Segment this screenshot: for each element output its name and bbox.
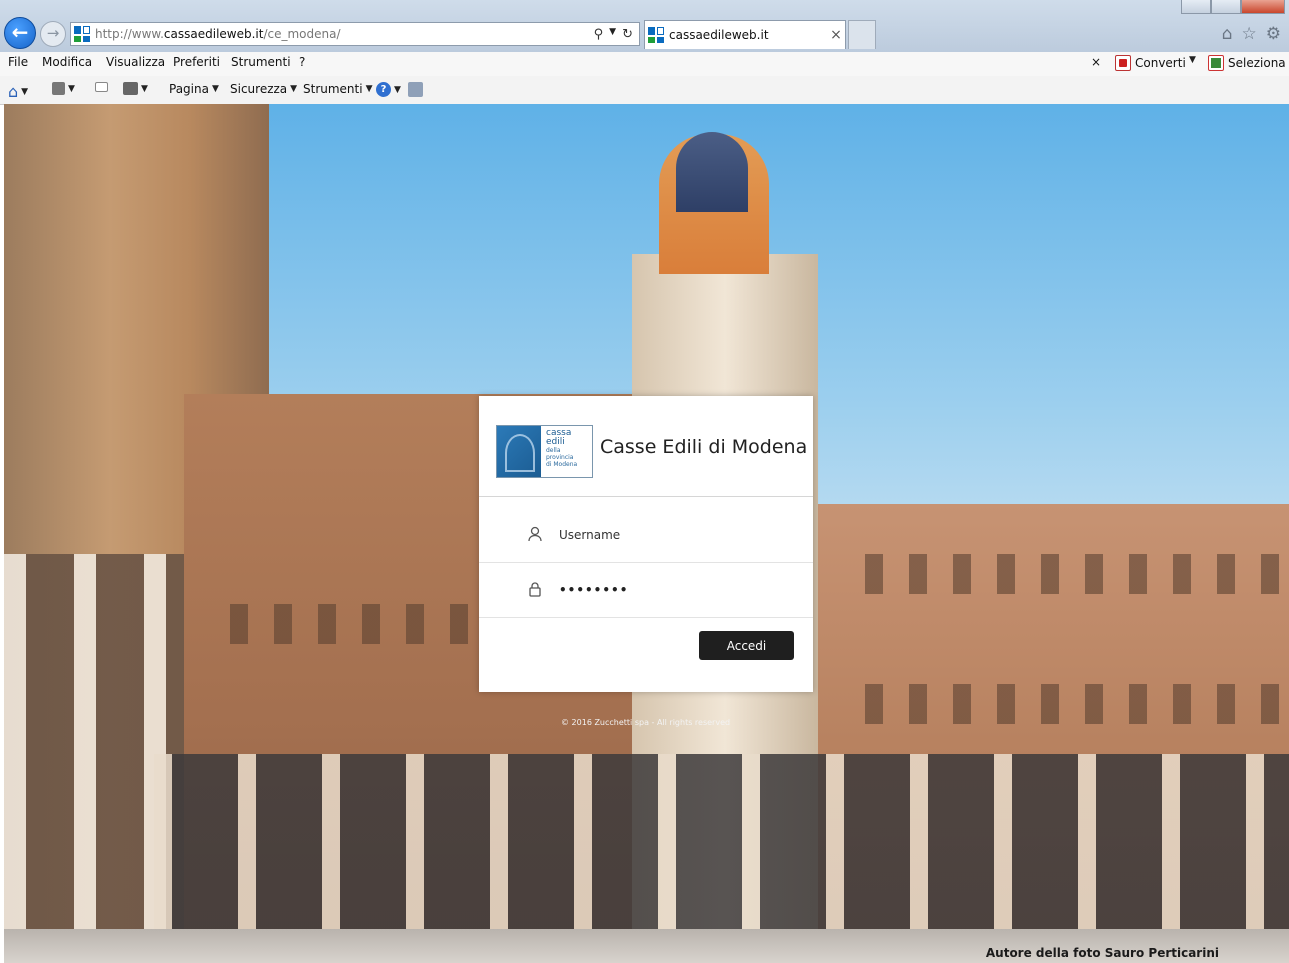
- close-window-button[interactable]: [1241, 0, 1285, 14]
- research-icon: [408, 82, 423, 97]
- print-button[interactable]: ▼: [123, 82, 148, 95]
- refresh-icon[interactable]: ↻: [622, 27, 633, 42]
- photo-credit: Autore della foto Sauro Perticarini: [985, 946, 1219, 960]
- rss-feed-icon: [52, 82, 65, 95]
- minimize-button[interactable]: [1181, 0, 1211, 14]
- close-addon-bar-icon[interactable]: ×: [1091, 55, 1101, 69]
- login-panel: cassa edili della provincia di Modena Ca…: [479, 396, 813, 692]
- back-button[interactable]: ←: [4, 17, 36, 49]
- tab-title: cassaedileweb.it: [669, 28, 769, 42]
- forward-button[interactable]: →: [40, 21, 66, 47]
- cassa-edili-logo: cassa edili della provincia di Modena: [496, 425, 593, 478]
- menu-strumenti[interactable]: Strumenti: [231, 55, 291, 69]
- password-input[interactable]: [557, 582, 781, 598]
- accedi-button[interactable]: Accedi: [699, 631, 794, 660]
- menu-preferiti[interactable]: Preferiti: [173, 55, 220, 69]
- help-button[interactable]: ? ▼: [376, 82, 401, 97]
- mail-icon: [95, 82, 108, 92]
- search-icon[interactable]: ⚲: [594, 27, 604, 42]
- menu-modifica[interactable]: Modifica: [42, 55, 92, 69]
- tab-cassaedileweb[interactable]: cassaedileweb.it ×: [644, 20, 846, 49]
- title-bar: ← → http://www.cassaedileweb.it/ce_moden…: [0, 0, 1289, 53]
- username-row: [479, 508, 813, 563]
- select-icon: [1208, 55, 1224, 71]
- strumenti-toolbar-menu[interactable]: Strumenti ▼: [303, 82, 373, 96]
- help-icon: ?: [376, 82, 391, 97]
- dropdown-arrow-icon[interactable]: ▼: [609, 27, 616, 42]
- menu-help[interactable]: ?: [299, 55, 305, 69]
- login-title: Casse Edili di Modena: [600, 436, 808, 458]
- new-tab-button[interactable]: [848, 20, 876, 49]
- maximize-button[interactable]: [1211, 0, 1241, 14]
- converti-button[interactable]: Converti: [1115, 55, 1186, 71]
- home-toolbar-button[interactable]: ⌂ ▼: [8, 82, 28, 101]
- converti-dropdown-icon[interactable]: ▼: [1189, 55, 1196, 65]
- url-text[interactable]: http://www.cassaedileweb.it/ce_modena/: [95, 27, 594, 41]
- username-input[interactable]: [557, 527, 781, 543]
- sicurezza-menu[interactable]: Sicurezza ▼: [230, 82, 297, 96]
- browser-chrome: ← → http://www.cassaedileweb.it/ce_moden…: [0, 0, 1289, 105]
- favorites-star-icon[interactable]: ☆: [1242, 24, 1257, 44]
- home-icon: ⌂: [8, 82, 19, 101]
- command-bar: ⌂ ▼ ▼ ▼ Pagina ▼ Sicurezza ▼ Strumenti ▼ ? ▼: [0, 77, 1289, 105]
- home-icon[interactable]: ⌂: [1222, 24, 1233, 44]
- pagina-menu[interactable]: Pagina ▼: [169, 82, 219, 96]
- settings-gear-icon[interactable]: ⚙: [1266, 24, 1281, 44]
- logo-emblem-icon: [497, 426, 541, 477]
- background-arcade: [154, 754, 1289, 934]
- feeds-button[interactable]: ▼: [52, 82, 75, 95]
- password-row: [479, 563, 813, 618]
- user-icon: [524, 526, 546, 545]
- research-button[interactable]: [408, 82, 423, 97]
- address-bar[interactable]: http://www.cassaedileweb.it/ce_modena/ ⚲…: [70, 22, 640, 46]
- window-controls: [1181, 0, 1285, 14]
- close-tab-icon[interactable]: ×: [827, 27, 845, 43]
- seleziona-button[interactable]: Seleziona: [1208, 55, 1286, 71]
- menu-file[interactable]: File: [8, 55, 28, 69]
- site-favicon-icon: [74, 26, 90, 42]
- login-header: cassa edili della provincia di Modena Ca…: [479, 396, 813, 497]
- mail-button[interactable]: [95, 82, 108, 92]
- copyright-text: © 2016 Zucchetti spa - All rights reserv…: [561, 718, 731, 727]
- lock-icon: [524, 581, 546, 600]
- pdf-convert-icon: [1115, 55, 1131, 71]
- tower-dome: [676, 132, 748, 212]
- printer-icon: [123, 82, 138, 95]
- menu-visualizza[interactable]: Visualizza: [106, 55, 165, 69]
- menu-bar: File Modifica Visualizza Preferiti Strum…: [0, 52, 1289, 76]
- tab-favicon-icon: [648, 27, 664, 43]
